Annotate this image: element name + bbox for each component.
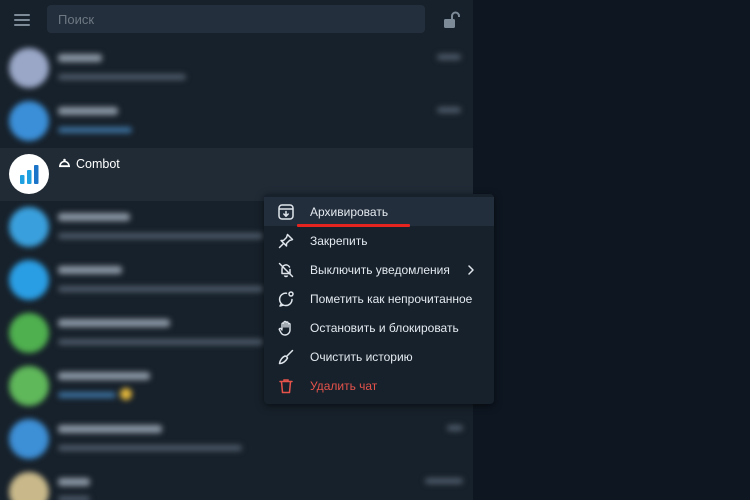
avatar (9, 472, 49, 500)
avatar (9, 419, 49, 459)
broom-icon (277, 348, 295, 366)
menu-item-mute[interactable]: Выключить уведомления (264, 255, 494, 284)
avatar (9, 101, 49, 141)
menu-item-label: Выключить уведомления (310, 263, 450, 277)
avatar (9, 207, 49, 247)
avatar (9, 366, 49, 406)
menu-item-label: Очистить историю (310, 350, 413, 364)
highlight-underline (297, 224, 410, 227)
hamburger-menu-icon[interactable] (12, 10, 34, 30)
chat-row[interactable] (0, 466, 473, 500)
chat-row[interactable] (0, 42, 473, 95)
search-input[interactable] (47, 5, 425, 33)
chevron-right-icon (466, 263, 476, 277)
sidebar-topbar (0, 0, 473, 42)
menu-item-label: Архивировать (310, 205, 389, 219)
avatar (9, 48, 49, 88)
menu-item-label: Пометить как непрочитанное (310, 292, 473, 306)
telegram-window: Combot (0, 0, 750, 500)
bell-off-icon (277, 261, 295, 279)
menu-item-archive[interactable]: Архивировать (264, 197, 494, 226)
chat-name: Combot (58, 157, 120, 171)
avatar (9, 260, 49, 300)
combot-avatar (9, 154, 49, 194)
menu-item-pin[interactable]: Закрепить (264, 226, 494, 255)
lock-icon[interactable] (440, 9, 462, 31)
menu-item-label: Удалить чат (310, 379, 378, 393)
menu-item-label: Закрепить (310, 234, 368, 248)
hand-stop-icon (277, 319, 295, 337)
menu-item-block[interactable]: Остановить и блокировать (264, 313, 494, 342)
archive-icon (277, 203, 295, 221)
pin-icon (277, 232, 295, 250)
bar-chart-logo-icon (20, 165, 39, 184)
trash-icon (277, 377, 295, 395)
chat-row[interactable] (0, 95, 473, 148)
chat-row[interactable] (0, 413, 473, 466)
menu-item-clear-history[interactable]: Очистить историю (264, 342, 494, 371)
menu-item-mark-unread[interactable]: Пометить как непрочитанное (264, 284, 494, 313)
chat-name-text: Combot (76, 157, 120, 171)
chat-view-empty (473, 0, 750, 500)
menu-item-label: Остановить и блокировать (310, 321, 459, 335)
menu-item-delete-chat[interactable]: Удалить чат (264, 371, 494, 400)
mark-unread-icon (277, 290, 295, 308)
bot-icon (58, 157, 71, 171)
avatar (9, 313, 49, 353)
